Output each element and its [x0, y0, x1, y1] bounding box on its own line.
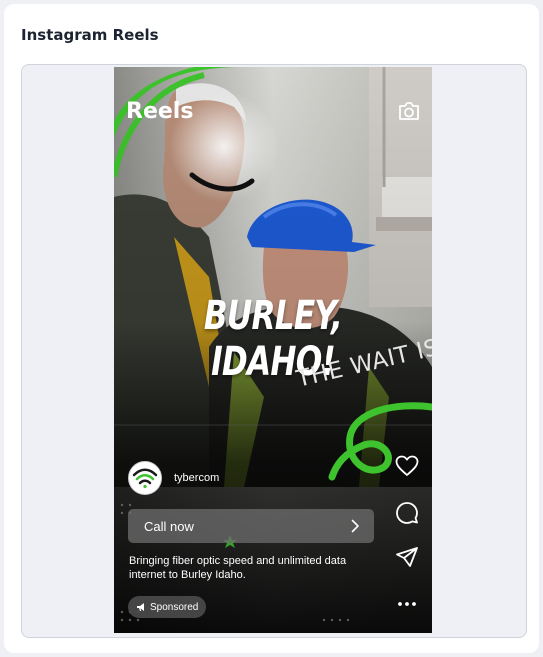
call-now-label: Call now	[144, 518, 194, 534]
account-name[interactable]: tybercom	[174, 472, 219, 484]
reel-preview-frame: Reels BURLEY, IDAHO! THE WAIT IS O	[21, 64, 527, 638]
send-icon[interactable]	[395, 546, 419, 573]
more-icon[interactable]	[395, 595, 419, 613]
reel-caption: Bringing fiber optic speed and unlimited…	[129, 555, 347, 581]
reels-header-title: Reels	[126, 99, 194, 124]
sponsored-badge: Sponsored	[128, 596, 207, 618]
comment-icon[interactable]	[395, 501, 419, 530]
megaphone-icon	[137, 603, 144, 611]
card-title: Instagram Reels	[21, 26, 159, 44]
camera-icon[interactable]	[398, 101, 420, 126]
wifi-logo	[132, 468, 158, 489]
chevron-right-icon	[351, 519, 359, 533]
avatar[interactable]	[128, 461, 162, 495]
instagram-reels-card: Instagram Reels Reels BURLEY, IDAHO! THE…	[4, 4, 539, 653]
sponsored-label: Sponsored	[150, 601, 199, 613]
call-now-button[interactable]: Call now	[128, 509, 374, 543]
heart-icon[interactable]	[395, 455, 419, 482]
account-row[interactable]: tybercom	[128, 461, 219, 495]
reel-phone-screen[interactable]: Reels BURLEY, IDAHO! THE WAIT IS O	[114, 67, 432, 633]
